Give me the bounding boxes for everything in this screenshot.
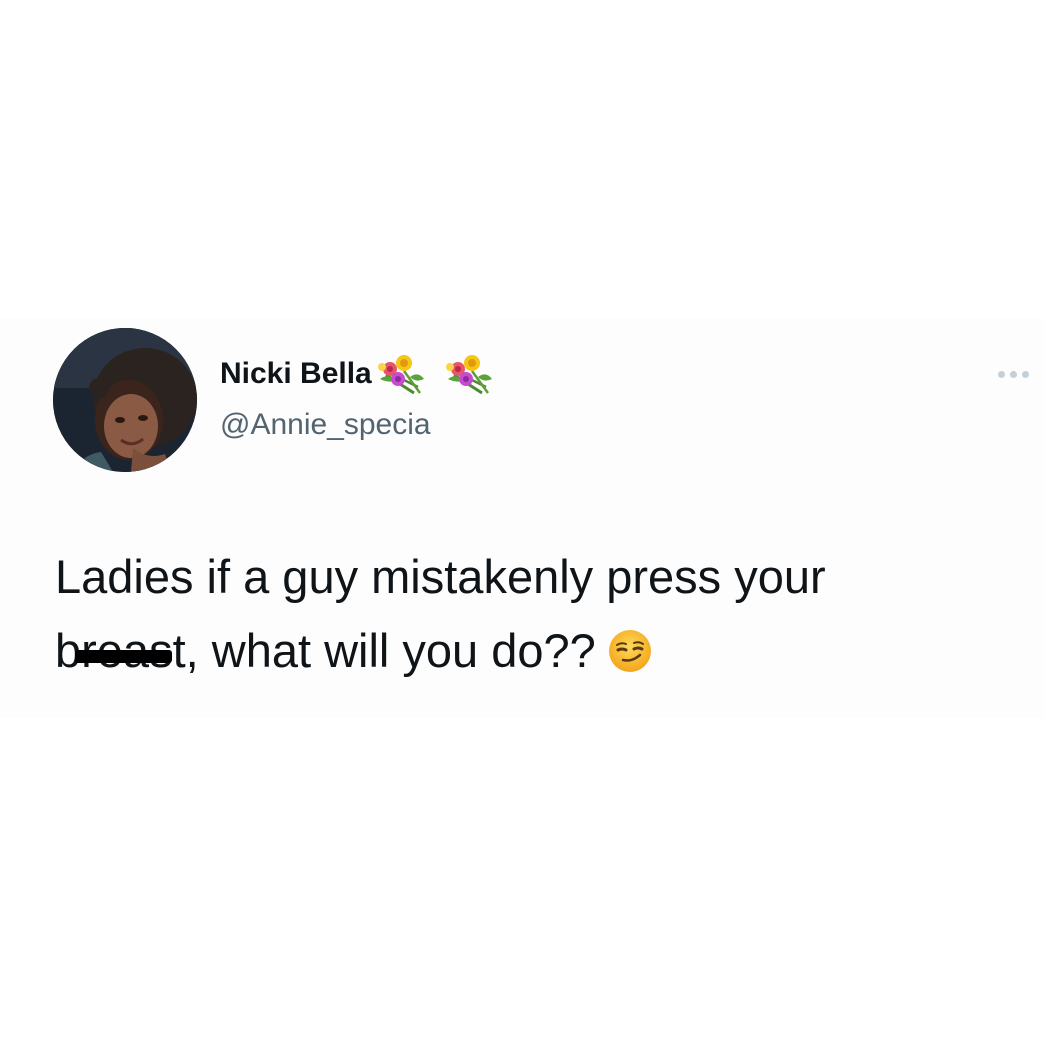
tweet-text: Ladies if a guy mistakenly press your br… <box>55 540 1025 688</box>
smirking-face-icon <box>608 629 652 673</box>
tweet-text-line-2-rest: , what will you do?? <box>185 624 596 677</box>
avatar[interactable] <box>53 328 197 472</box>
more-dot <box>1009 370 1017 378</box>
bouquet-icon <box>374 353 426 395</box>
censored-word: breast <box>55 614 186 688</box>
more-dot <box>1021 370 1029 378</box>
author-handle[interactable]: @Annie_specia <box>220 408 431 442</box>
bouquet-icon <box>442 353 494 395</box>
censor-bar <box>75 649 172 663</box>
tweet-text-line-2: breast, what will you do?? <box>55 614 1025 688</box>
more-horizontal-icon <box>997 370 1005 378</box>
tweet-text-line-1: Ladies if a guy mistakenly press your <box>55 550 826 603</box>
more-options-button[interactable] <box>990 360 1036 388</box>
display-name[interactable]: Nicki Bella <box>220 357 372 391</box>
author-name-row[interactable]: Nicki Bella <box>220 352 494 396</box>
